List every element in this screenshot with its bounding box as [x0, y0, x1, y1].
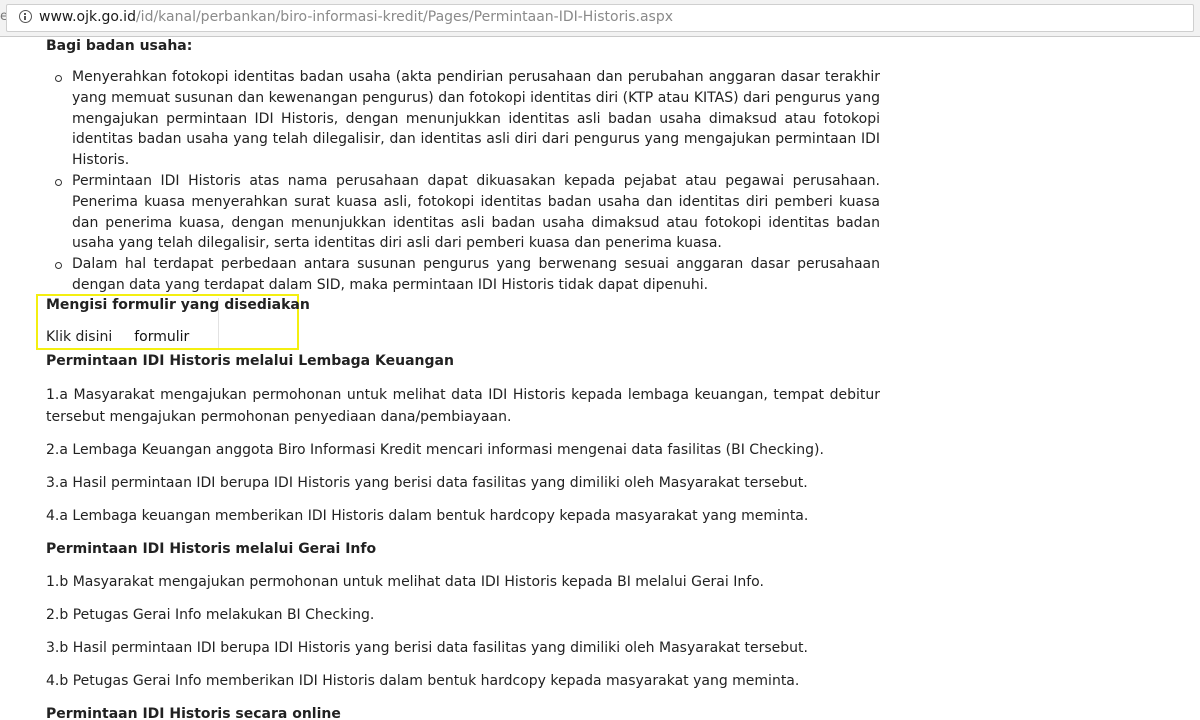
formulir-link-row: Klik disini formulir	[46, 298, 219, 348]
badan-usaha-heading: Bagi badan usaha:	[46, 38, 193, 54]
list-item: Menyerahkan fotokopi identitas badan usa…	[46, 67, 880, 171]
url-text[interactable]: www.ojk.go.id/id/kanal/perbankan/biro-in…	[39, 9, 673, 25]
list-item: Permintaan IDI Historis atas nama perusa…	[46, 171, 880, 254]
gerai-info-heading: Permintaan IDI Historis melalui Gerai In…	[46, 541, 377, 557]
list-item: Dalam hal terdapat perbedaan antara susu…	[46, 254, 880, 296]
browser-address-bar: e www.ojk.go.id/id/kanal/perbankan/biro-…	[0, 0, 1200, 37]
step-paragraph: 3.b Hasil permintaan IDI berupa IDI Hist…	[46, 640, 808, 656]
procedure-sections: Permintaan IDI Historis melalui Lembaga …	[46, 350, 880, 720]
formulir-heading: Mengisi formulir yang disediakan	[46, 297, 310, 313]
step-paragraph: 1.b Masyarakat mengajukan permohonan unt…	[46, 574, 764, 590]
online-heading: Permintaan IDI Historis secara online	[46, 706, 341, 720]
url-omnibox[interactable]: www.ojk.go.id/id/kanal/perbankan/biro-in…	[6, 4, 1194, 32]
step-paragraph: 3.a Hasil permintaan IDI berupa IDI Hist…	[46, 475, 808, 491]
url-host: www.ojk.go.id	[39, 9, 136, 25]
info-icon[interactable]	[19, 10, 32, 23]
step-paragraph: 4.a Lembaga keuangan memberikan IDI Hist…	[46, 508, 809, 524]
step-paragraph: 1.a Masyarakat mengajukan permohonan unt…	[46, 387, 880, 425]
url-path: /id/kanal/perbankan/biro-informasi-kredi…	[135, 9, 674, 25]
badan-usaha-list: Menyerahkan fotokopi identitas badan usa…	[46, 67, 880, 296]
cell-divider	[218, 298, 219, 348]
lembaga-keuangan-heading: Permintaan IDI Historis melalui Lembaga …	[46, 353, 454, 369]
step-paragraph: 2.b Petugas Gerai Info melakukan BI Chec…	[46, 607, 375, 623]
klik-disini-label: Klik disini	[46, 329, 113, 345]
step-paragraph: 4.b Petugas Gerai Info memberikan IDI Hi…	[46, 673, 800, 689]
step-paragraph: 2.a Lembaga Keuangan anggota Biro Inform…	[46, 442, 824, 458]
formulir-link[interactable]: formulir	[134, 329, 189, 345]
main-content: Bagi badan usaha: Menyerahkan fotokopi i…	[46, 37, 880, 296]
